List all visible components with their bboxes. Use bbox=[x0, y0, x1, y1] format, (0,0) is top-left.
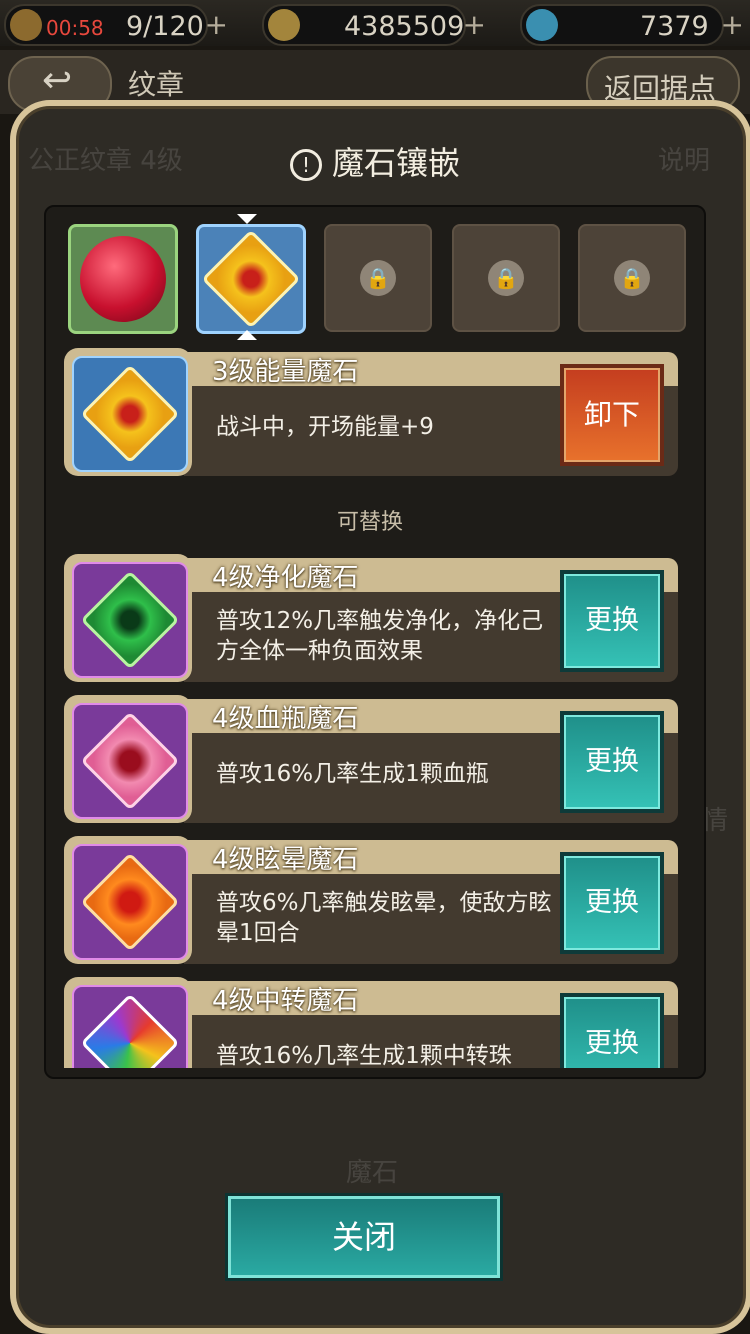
stamina-value: 9/120 bbox=[126, 11, 204, 42]
gold-value: 4385509 bbox=[344, 11, 465, 42]
lock-icon: 🔒 bbox=[614, 260, 650, 296]
selection-marker-bottom bbox=[237, 330, 257, 340]
stamina-icon bbox=[10, 9, 42, 41]
gem-value: 7379 bbox=[640, 11, 709, 42]
gem-frame bbox=[64, 348, 192, 476]
gem-description: 普攻12%几率触发净化，净化己方全体一种负面效果 bbox=[216, 608, 544, 664]
gem-counter: 7379 + bbox=[520, 4, 744, 46]
gem-slot-3-locked[interactable]: 🔒 bbox=[324, 224, 432, 332]
modal-title: ! 魔石镶嵌 bbox=[0, 138, 750, 184]
gem-description: 普攻16%几率生成1颗血瓶 bbox=[216, 761, 489, 787]
potion-gem-icon bbox=[80, 711, 180, 811]
stun-gem-icon bbox=[80, 852, 180, 952]
modal-title-text: 魔石镶嵌 bbox=[331, 144, 460, 182]
close-button[interactable]: 关闭 bbox=[228, 1196, 500, 1278]
lock-icon: 🔒 bbox=[488, 260, 524, 296]
swap-button[interactable]: 更换 bbox=[560, 711, 664, 813]
back-arrow-icon: ↩ bbox=[42, 60, 73, 101]
gem-name: 4级净化魔石 bbox=[212, 563, 359, 593]
swap-button[interactable]: 更换 bbox=[560, 852, 664, 954]
gem-description: 普攻16%几率生成1颗中转珠 bbox=[216, 1043, 512, 1068]
candidate-gem-card: 4级净化魔石 普攻12%几率触发净化，净化己方全体一种负面效果 更换 bbox=[64, 554, 678, 682]
selection-marker-top bbox=[237, 214, 257, 224]
gem-name: 3级能量魔石 bbox=[212, 357, 359, 387]
equipped-gem-card: 3级能量魔石 战斗中，开场能量+9 卸下 bbox=[64, 348, 678, 476]
add-gems-button[interactable]: + bbox=[721, 8, 744, 41]
page-title: 纹章 bbox=[128, 68, 185, 101]
exclamation-icon: ! bbox=[289, 149, 322, 181]
lock-icon: 🔒 bbox=[360, 260, 396, 296]
gold-coin-icon bbox=[268, 9, 300, 41]
relay-gem-icon bbox=[80, 993, 180, 1068]
gem-description: 战斗中，开场能量+9 bbox=[216, 414, 434, 440]
top-resource-bar: 00:58 9/120 + 4385509 + 7379 + bbox=[0, 0, 750, 46]
gem-name: 4级血瓶魔石 bbox=[212, 704, 359, 734]
purify-gem-icon bbox=[80, 570, 180, 670]
stamina-timer: 00:58 bbox=[46, 16, 104, 40]
swap-button[interactable]: 更换 bbox=[560, 993, 664, 1068]
candidate-gem-card: 4级中转魔石 普攻16%几率生成1颗中转珠 更换 bbox=[64, 977, 678, 1068]
gem-slot-5-locked[interactable]: 🔒 bbox=[578, 224, 686, 332]
gem-name: 4级眩晕魔石 bbox=[212, 845, 359, 875]
gold-counter: 4385509 + bbox=[262, 4, 486, 46]
gem-description: 普攻6%几率触发眩晕，使敌方眩晕1回合 bbox=[216, 890, 552, 946]
gem-name: 4级中转魔石 bbox=[212, 986, 359, 1016]
gem-slot-1[interactable] bbox=[68, 224, 178, 334]
candidate-gem-list[interactable]: 4级净化魔石 普攻12%几率触发净化，净化己方全体一种负面效果 更换 4级血瓶魔… bbox=[44, 548, 704, 1068]
unload-button[interactable]: 卸下 bbox=[560, 364, 664, 466]
candidate-gem-card: 4级血瓶魔石 普攻16%几率生成1颗血瓶 更换 bbox=[64, 695, 678, 823]
replaceable-label: 可替换 bbox=[336, 510, 403, 535]
gem-slot-4-locked[interactable]: 🔒 bbox=[452, 224, 560, 332]
ruby-gem-icon bbox=[80, 236, 166, 322]
stamina-counter: 00:58 9/120 + bbox=[4, 4, 228, 46]
gem-slot-2[interactable] bbox=[196, 224, 306, 334]
diamond-icon bbox=[526, 9, 558, 41]
swap-button[interactable]: 更换 bbox=[560, 570, 664, 672]
add-gold-button[interactable]: + bbox=[463, 8, 486, 41]
add-stamina-button[interactable]: + bbox=[205, 8, 228, 41]
candidate-gem-card: 4级眩晕魔石 普攻6%几率触发眩晕，使敌方眩晕1回合 更换 bbox=[64, 836, 678, 964]
background-stones-label: 魔石 bbox=[346, 1158, 399, 1188]
energy-gem-icon bbox=[201, 229, 301, 329]
energy-gem-icon bbox=[80, 364, 180, 464]
